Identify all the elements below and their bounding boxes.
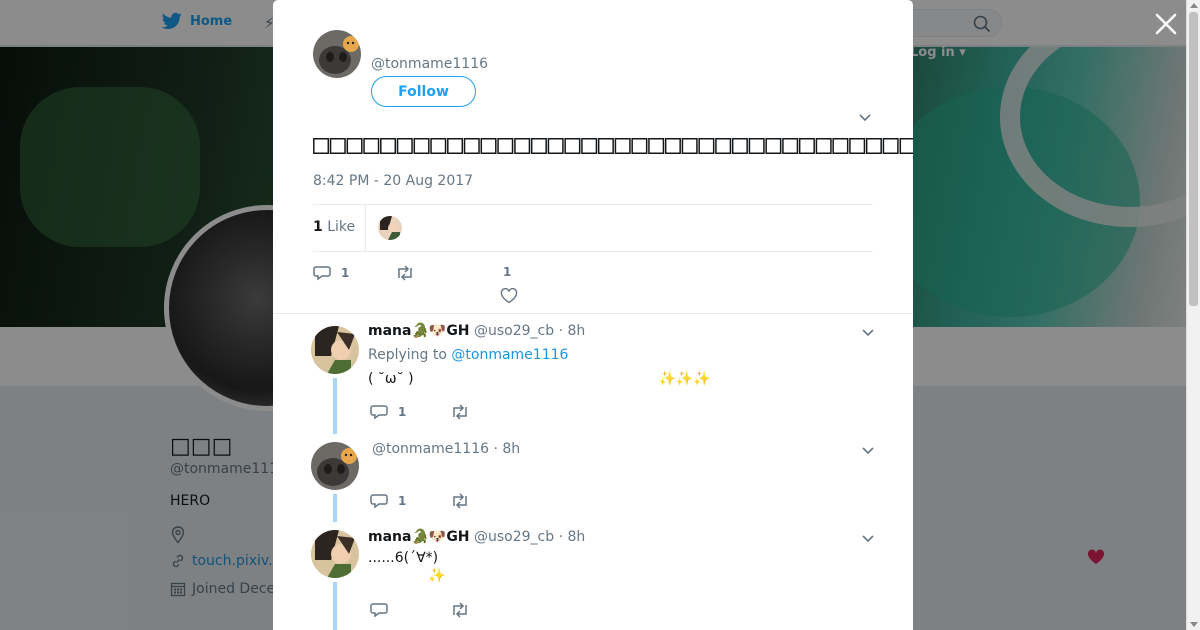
reply-icon: [370, 494, 388, 509]
likes-stat[interactable]: 1 Like: [313, 219, 355, 235]
reply-author-name[interactable]: mana🐊🐶GH: [368, 529, 470, 545]
reply-author-name[interactable]: mana🐊🐶GH: [368, 323, 470, 339]
reply-avatar[interactable]: [311, 442, 359, 490]
reply-actions: [368, 602, 668, 622]
tweet-actions: 1 1: [313, 262, 873, 306]
reply-header: mana🐊🐶GH @uso29_cb · 8h: [368, 323, 585, 339]
reply-tweet[interactable]: @tonmame1116 · 8h 1: [273, 432, 913, 522]
reply-header: @tonmame1116 · 8h: [372, 441, 520, 457]
reply-avatar[interactable]: [311, 326, 359, 374]
retweet-action[interactable]: [450, 493, 470, 509]
reply-header: mana🐊🐶GH @uso29_cb · 8h: [368, 529, 585, 545]
scroll-up-arrow[interactable]: [1190, 3, 1198, 8]
reply-action[interactable]: 1: [370, 404, 406, 420]
chevron-down-icon[interactable]: [861, 326, 875, 342]
reply-icon: [313, 266, 331, 281]
close-modal-button[interactable]: [1154, 12, 1178, 36]
thread-line: [333, 378, 337, 434]
reply-count: 1: [398, 494, 407, 508]
reply-tweet[interactable]: mana🐊🐶GH @uso29_cb · 8h ......6(´∀*) ✨: [273, 520, 913, 630]
replying-prefix: Replying to: [368, 347, 447, 363]
reply-icon: [370, 405, 388, 420]
stats-divider: [365, 205, 366, 251]
reply-time[interactable]: · 8h: [493, 441, 520, 457]
follow-button[interactable]: Follow: [371, 76, 476, 107]
scroll-down-arrow[interactable]: [1190, 622, 1198, 627]
retweet-icon: [453, 602, 467, 618]
tweet-stats: 1 Like: [313, 204, 873, 252]
retweet-icon: [398, 265, 412, 281]
author-handle[interactable]: @tonmame1116: [371, 56, 488, 72]
retweet-icon: [453, 493, 467, 509]
tweet-permalink-modal: @tonmame1116 Follow □□□□□□□□□□□□□□□□□□□□…: [273, 0, 913, 630]
reply-count: 1: [398, 405, 407, 419]
replying-to: Replying to @tonmame1116: [368, 347, 568, 363]
retweet-action[interactable]: [450, 404, 470, 420]
sparkles-emoji: ✨: [428, 568, 446, 584]
reply-text: ( ˘ω˘ ) ✨✨✨: [368, 371, 711, 387]
reply-text-body: ( ˘ω˘ ): [368, 371, 414, 387]
thread-line: [333, 494, 337, 522]
chevron-down-icon[interactable]: [861, 532, 875, 548]
likes-count: 1: [313, 219, 323, 235]
reply-text: ......6(´∀*): [368, 550, 439, 566]
retweet-action[interactable]: [450, 602, 470, 618]
chevron-down-icon[interactable]: [861, 444, 875, 460]
reply-author-handle[interactable]: @uso29_cb: [474, 323, 554, 339]
reply-count: 1: [341, 266, 350, 280]
reply-time[interactable]: · 8h: [559, 323, 586, 339]
main-tweet: @tonmame1116 Follow □□□□□□□□□□□□□□□□□□□□…: [273, 0, 913, 314]
reply-action[interactable]: 1: [370, 493, 406, 509]
reply-avatar[interactable]: [311, 530, 359, 578]
reply-action[interactable]: 1: [313, 265, 349, 281]
retweet-action[interactable]: [395, 265, 415, 281]
author-avatar[interactable]: [313, 30, 361, 78]
liker-avatar[interactable]: [378, 216, 402, 240]
reply-time[interactable]: · 8h: [559, 529, 586, 545]
reply-actions: 1: [368, 493, 668, 513]
replying-to-link[interactable]: @tonmame1116: [451, 347, 568, 363]
tweet-text: □□□□□□□□□□□□□□□□□□□□□□□□□□□□□□□□□□□□□□□: [313, 129, 913, 160]
like-action[interactable]: [500, 288, 518, 304]
reply-action[interactable]: [370, 602, 388, 618]
heart-icon: [500, 288, 518, 304]
like-count: 1: [503, 265, 512, 279]
tweet-timestamp[interactable]: 8:42 PM - 20 Aug 2017: [313, 173, 473, 189]
close-icon: [1155, 13, 1177, 35]
retweet-icon: [453, 404, 467, 420]
reply-author-handle[interactable]: @uso29_cb: [474, 529, 554, 545]
reply-tweet[interactable]: mana🐊🐶GH @uso29_cb · 8h Replying to @ton…: [273, 314, 913, 434]
scroll-thumb[interactable]: [1189, 12, 1198, 306]
like-count-label: 1: [503, 265, 511, 279]
chevron-down-icon[interactable]: [858, 111, 872, 127]
thread-line: [333, 582, 337, 630]
reply-actions: 1: [368, 404, 668, 424]
likes-label: Like: [327, 219, 356, 235]
reply-author-handle[interactable]: @tonmame1116: [372, 441, 489, 457]
page-scrollbar[interactable]: [1186, 0, 1200, 630]
reply-icon: [370, 603, 388, 618]
sparkles-emoji: ✨✨✨: [658, 371, 711, 387]
